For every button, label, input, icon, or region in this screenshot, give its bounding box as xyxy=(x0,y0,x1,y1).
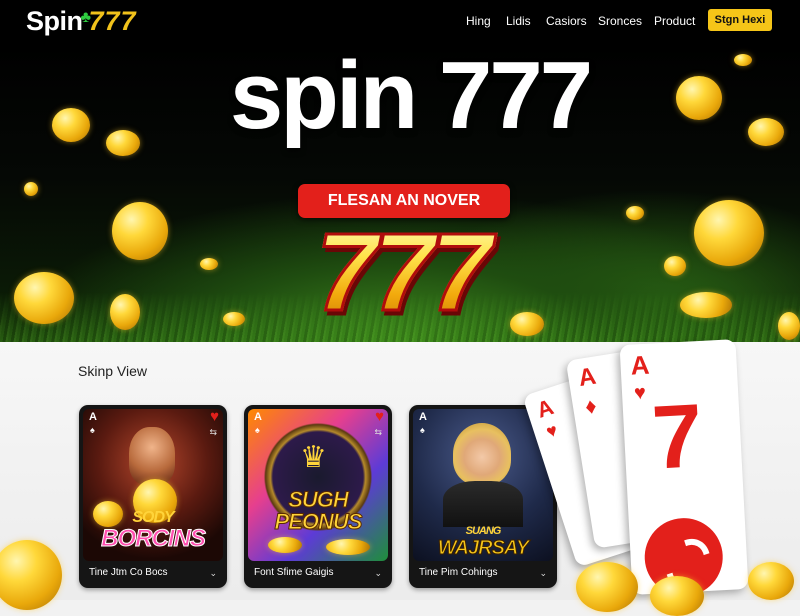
signup-button[interactable]: Stgn Hexi xyxy=(708,9,772,31)
coin-icon xyxy=(200,258,218,270)
chevron-down-icon[interactable]: ⌄ xyxy=(209,566,217,580)
game-art-line2: BORCINS xyxy=(101,525,207,553)
clover-icon: ♣ xyxy=(80,9,92,26)
logo-digits: 777 xyxy=(88,6,137,36)
game-card-caption: Tine Pim Cohings xyxy=(419,567,498,578)
game-card-artwork: ♛ SUGH PEONUS xyxy=(248,409,388,561)
game-card[interactable]: ♛ SUGH PEONUS A ♠ ♥ ⇆ Font Sfime Gaigis … xyxy=(244,405,392,588)
coin-icon xyxy=(112,202,168,260)
heart-icon: ♥ xyxy=(633,381,647,405)
nav-link-1[interactable]: Hing xyxy=(466,12,491,30)
coin-icon xyxy=(694,200,764,266)
coin-icon xyxy=(778,312,800,340)
coin-icon xyxy=(748,562,794,600)
expand-icon[interactable]: ⇆ xyxy=(209,427,217,437)
character-body-icon xyxy=(443,481,523,527)
card-rank-label: A xyxy=(419,411,427,423)
chevron-down-icon[interactable]: ⌄ xyxy=(539,566,547,580)
nav-link-4[interactable]: Sronces xyxy=(598,12,642,30)
coin-icon xyxy=(106,130,140,156)
coin-icon xyxy=(110,294,140,330)
heart-icon: ♥ xyxy=(543,419,561,443)
spade-icon: ♠ xyxy=(420,425,425,435)
top-nav-bar: Spin♣777 Hing Lidis Casiors Sronces Prod… xyxy=(0,0,800,42)
card-rank-label: A xyxy=(629,349,651,381)
coin-icon xyxy=(664,256,686,276)
favorite-heart-icon[interactable]: ♥ xyxy=(375,409,384,425)
coin-icon xyxy=(14,272,74,324)
game-card-caption: Tine Jtm Co Bocs xyxy=(89,567,168,578)
section-title: Skinp View xyxy=(78,363,148,379)
diamond-icon: ♦ xyxy=(583,392,599,420)
nav-link-2[interactable]: Lidis xyxy=(506,12,531,30)
coin-icon xyxy=(510,312,544,336)
hero-banner: spin 777 FLESAN AN NOVER 777 xyxy=(0,42,800,342)
spade-icon: ♠ xyxy=(90,425,95,435)
coin-icon xyxy=(52,108,90,142)
coin-icon xyxy=(268,537,302,553)
card-rank-label: A xyxy=(254,411,262,423)
character-portrait-icon xyxy=(453,423,511,485)
coin-icon xyxy=(748,118,784,146)
game-art-line2: PEONUS xyxy=(274,509,363,535)
game-card-artwork: SODY BORCINS xyxy=(83,409,223,561)
favorite-heart-icon[interactable]: ♥ xyxy=(210,409,219,425)
coin-icon xyxy=(680,292,732,318)
coin-icon xyxy=(223,312,245,326)
coin-icon xyxy=(734,54,752,66)
coin-icon xyxy=(24,182,38,196)
game-art-line1: SUANG xyxy=(465,525,502,537)
crown-icon: ♛ xyxy=(300,441,327,474)
expand-icon[interactable]: ⇆ xyxy=(374,427,382,437)
card-rank-label: A xyxy=(576,362,598,393)
game-card-artwork: SUANG WAJRSAY xyxy=(413,409,553,561)
nav-link-5[interactable]: Product xyxy=(654,12,695,30)
chevron-down-icon[interactable]: ⌄ xyxy=(374,566,382,580)
card-rank-label: A xyxy=(89,411,97,423)
coin-icon xyxy=(576,562,638,612)
game-art-line2: WAJRSAY xyxy=(437,537,529,560)
coin-icon xyxy=(626,206,644,220)
spade-icon: ♠ xyxy=(255,425,260,435)
game-card[interactable]: SODY BORCINS A ♠ ♥ ⇆ Tine Jtm Co Bocs ⌄ xyxy=(79,405,227,588)
site-logo[interactable]: Spin♣777 xyxy=(26,4,137,38)
coin-icon xyxy=(676,76,722,120)
game-card-caption: Font Sfime Gaigis xyxy=(254,567,334,578)
coin-icon xyxy=(650,576,704,616)
hero-777-graphic: 777 xyxy=(292,216,512,329)
logo-word: Spin xyxy=(26,6,83,36)
coin-icon xyxy=(326,539,370,555)
card-seven-label: 7 xyxy=(649,386,706,489)
playing-card: A ♥ 7 xyxy=(619,339,749,599)
hero-title: spin 777 xyxy=(229,42,593,149)
hero-character-icon xyxy=(129,427,175,485)
nav-link-3[interactable]: Casiors xyxy=(546,12,587,30)
